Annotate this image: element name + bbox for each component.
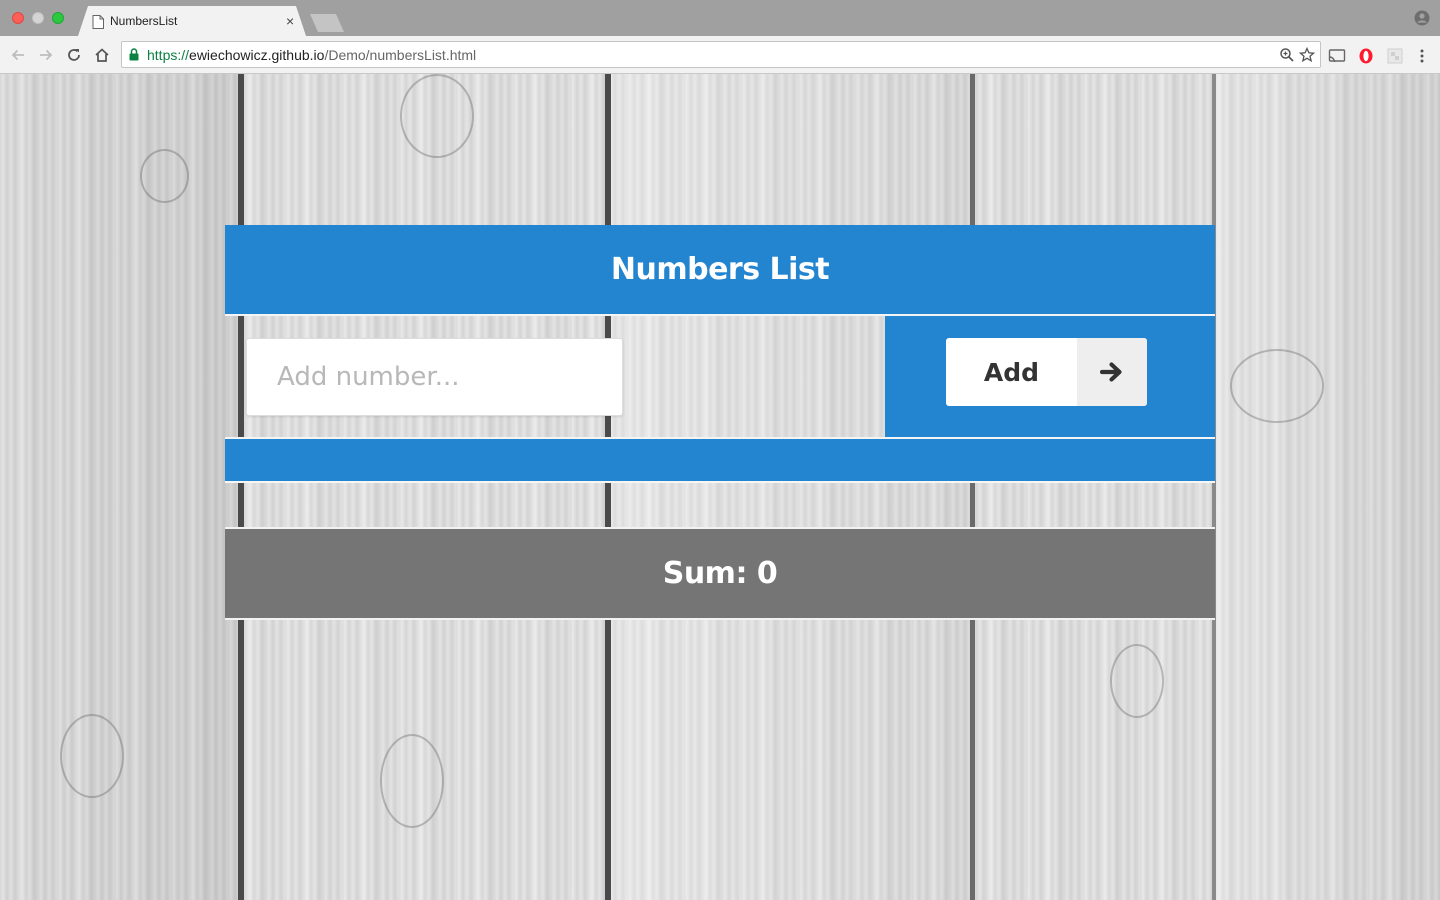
reload-icon [68,49,80,61]
forward-arrow-icon [40,49,53,61]
url-scheme: https:// [147,47,190,63]
plank [610,74,975,900]
home-icon [95,48,109,62]
url-path: /Demo/numbersList.html [324,47,477,63]
reload-button[interactable] [64,45,84,65]
wood-knot [140,149,189,203]
add-button[interactable]: Add [946,338,1147,406]
minimize-window-button[interactable] [32,12,44,24]
wood-knot [1110,644,1164,718]
add-button-label: Add [983,357,1040,387]
browser-tab-bar: NumbersList × [0,0,1440,36]
home-button[interactable] [92,45,112,65]
zoom-icon[interactable] [1279,47,1295,63]
menu-dots-icon[interactable] [1413,47,1431,65]
sum-label: Sum: 0 [662,556,778,591]
address-bar[interactable]: https://ewiechowicz.github.io/Demo/numbe… [121,41,1321,68]
wood-knot [1230,349,1324,423]
opera-extension-icon[interactable] [1357,47,1375,65]
bookmark-star-icon[interactable] [1299,47,1315,63]
add-button-area: Add [885,316,1215,437]
back-arrow-icon [11,49,24,61]
lock-icon [129,48,139,61]
page-icon [92,15,104,29]
app-title: Numbers List [610,252,830,287]
browser-toolbar: https://ewiechowicz.github.io/Demo/numbe… [0,36,1440,74]
forward-button[interactable] [36,45,56,65]
number-input[interactable] [246,338,623,416]
browser-tab[interactable]: NumbersList × [78,6,306,36]
sum-bar: Sum: 0 [225,527,1215,620]
back-button[interactable] [8,45,28,65]
arrow-right-icon [1077,338,1147,406]
tab-close-icon[interactable]: × [286,14,294,28]
wood-background [0,74,1440,900]
wood-knot [380,734,444,828]
divider [225,481,1215,483]
input-area [225,316,885,437]
plank-gap [970,74,975,900]
plank [1216,74,1440,900]
cast-icon[interactable] [1328,47,1346,65]
close-window-button[interactable] [12,12,24,24]
tab-title: NumbersList [110,14,178,28]
numbers-list [225,439,1215,481]
url-text[interactable]: https://ewiechowicz.github.io/Demo/numbe… [147,47,476,63]
plank-gap [605,74,611,900]
url-host: ewiechowicz.github.io [189,47,325,63]
extension-icon[interactable] [1386,47,1404,65]
plank-gap [238,74,244,900]
profile-icon[interactable] [1414,10,1430,26]
app-header: Numbers List [225,225,1215,314]
new-tab-button[interactable] [310,14,344,32]
wood-knot [400,74,474,158]
wood-knot [60,714,124,798]
maximize-window-button[interactable] [52,12,64,24]
